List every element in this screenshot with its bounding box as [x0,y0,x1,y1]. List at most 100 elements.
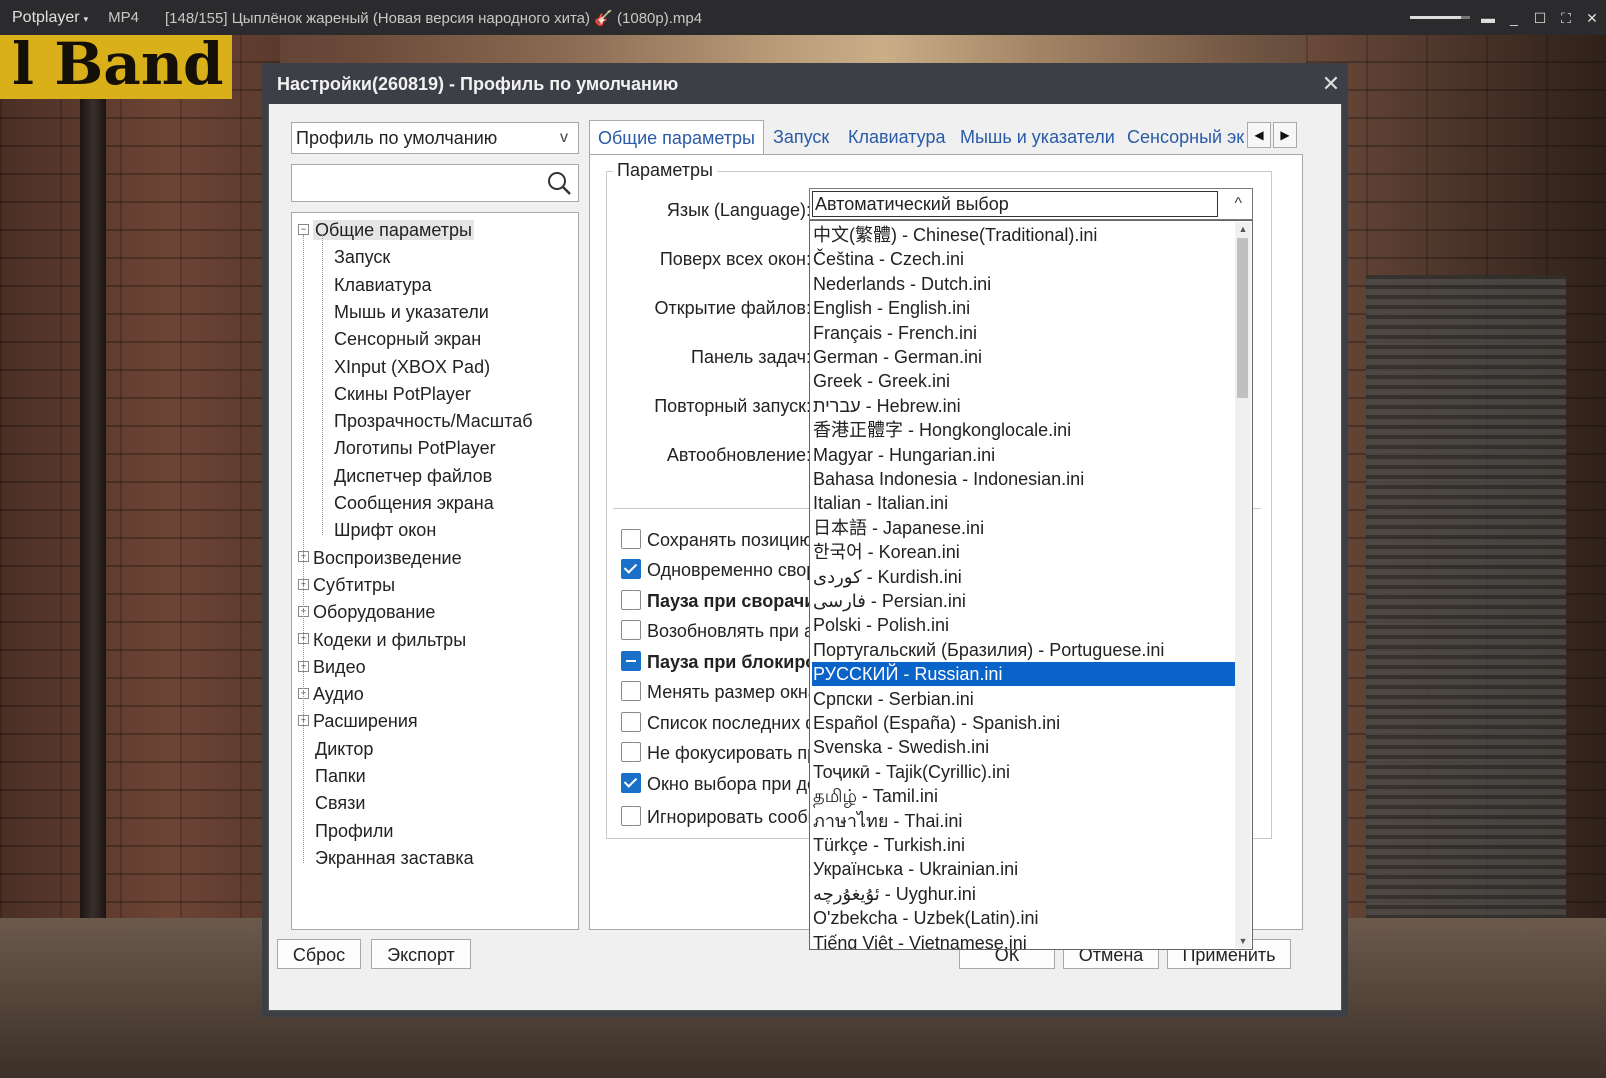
tab[interactable]: Запуск [765,120,837,154]
option-checkbox[interactable]: Не фокусировать при [621,741,827,765]
tree-item[interactable]: Логотипы PotPlayer [334,435,496,461]
tree-item[interactable]: Профили [298,818,393,844]
tree-item[interactable]: − Общие параметры [298,217,474,243]
tree-item[interactable]: Запуск [334,244,390,270]
checkbox-box[interactable] [621,681,641,702]
language-option[interactable]: Italian - Italian.ini [812,491,1235,515]
tab-scroll-right-icon[interactable]: ▶ [1273,122,1297,148]
language-option[interactable]: Tiếng Việt - Vietnamese.ini [812,931,1235,949]
language-option[interactable]: Français - French.ini [812,321,1235,345]
settings-search-input[interactable] [291,164,579,202]
tree-item[interactable]: Экранная заставка [298,845,474,871]
language-option[interactable]: Nederlands - Dutch.ini [812,272,1235,296]
language-option[interactable]: ئۇيغۇرچە - Uyghur.ini [812,882,1235,906]
tree-item[interactable]: XInput (XBOX Pad) [334,354,490,380]
tree-item[interactable]: Сенсорный экран [334,326,481,352]
tree-item[interactable]: + Воспроизведение [298,545,462,571]
option-checkbox[interactable]: Менять размер окна [621,680,818,704]
player-titlebar[interactable]: Potplayer ▾ MP4 [148/155] Цыплёнок жарены… [0,0,1606,35]
scrollbar-thumb[interactable] [1237,238,1248,398]
checkbox-box[interactable] [621,529,641,550]
language-option[interactable]: Bahasa Indonesia - Indonesian.ini [812,467,1235,491]
checkbox-box[interactable] [621,651,641,672]
language-option[interactable]: עברית - Hebrew.ini [812,394,1235,418]
tree-item[interactable]: + Субтитры [298,572,395,598]
tree-item[interactable]: Сообщения экрана [334,490,494,516]
tree-item[interactable]: Скины PotPlayer [334,381,471,407]
language-option[interactable]: English - English.ini [812,296,1235,320]
minimize-icon[interactable]: _ [1506,10,1522,26]
language-option[interactable]: فارسی - Persian.ini [812,589,1235,613]
checkbox-box[interactable] [621,620,641,641]
volume-slider[interactable] [1410,16,1470,19]
language-option[interactable]: РУССКИЙ - Russian.ini [812,662,1235,687]
tree-item[interactable]: + Оборудование [298,599,435,625]
language-option[interactable]: தமிழ் - Tamil.ini [812,784,1235,808]
settings-tree[interactable]: − Общие параметры Запуск Клавиатура Мышь и у… [291,212,579,930]
option-checkbox[interactable]: Одновременно свора [621,558,826,582]
tab[interactable]: Клавиатура [840,120,954,154]
language-dropdown-list[interactable]: 中文(繁體) - Chinese(Traditional).ini Čeština… [809,220,1253,950]
language-option[interactable]: Португальский (Бразилия) - Portuguese.in… [812,638,1235,662]
checkbox-box[interactable] [621,712,641,733]
tree-item[interactable]: Шрифт окон [334,517,436,543]
tab[interactable]: Сенсорный эк [1119,120,1252,154]
potplayer-menu-button[interactable]: Potplayer ▾ [0,9,88,27]
tree-item[interactable]: Мышь и указатели [334,299,489,325]
option-checkbox[interactable]: Возобновлять при акт [621,619,830,643]
tab[interactable]: Общие параметры [589,120,764,157]
option-checkbox[interactable]: Пауза при блокиров [621,650,827,674]
language-option[interactable]: 中文(繁體) - Chinese(Traditional).ini [812,223,1235,247]
export-button[interactable]: Экспорт [371,939,471,969]
tree-item[interactable]: Связи [298,790,365,816]
tree-item[interactable]: + Кодеки и фильтры [298,627,466,653]
tree-item[interactable]: + Видео [298,654,366,680]
language-option[interactable]: German - German.ini [812,345,1235,369]
tree-item[interactable]: + Расширения [298,708,418,734]
language-option[interactable]: Türkçe - Turkish.ini [812,833,1235,857]
checkbox-box[interactable] [621,806,641,827]
profile-select[interactable]: Профиль по умолчанию v [291,122,579,154]
language-option[interactable]: 日本語 - Japanese.ini [812,516,1235,540]
option-checkbox[interactable]: Пауза при сворачив [621,589,826,613]
reset-button[interactable]: Сброс [277,939,361,969]
checkbox-box[interactable] [621,590,641,611]
checkbox-box[interactable] [621,773,641,794]
tab[interactable]: Мышь и указатели [952,120,1123,154]
option-checkbox[interactable]: Окно выбора при до [621,772,817,796]
language-select[interactable]: Автоматический выбор ^ [809,188,1253,220]
language-option[interactable]: Svenska - Swedish.ini [812,735,1235,759]
language-list-scrollbar[interactable]: ▲ ▼ [1235,222,1251,948]
language-option[interactable]: Українська - Ukrainian.ini [812,857,1235,881]
search-icon[interactable] [546,170,572,196]
language-option[interactable]: 香港正體字 - Hongkonglocale.ini [812,418,1235,442]
language-option[interactable]: Greek - Greek.ini [812,369,1235,393]
dialog-titlebar[interactable]: Настройки(260819) - Профиль по умолчанию… [263,64,1347,104]
maximize-icon[interactable]: ☐ [1532,10,1548,26]
tab-scroll-left-icon[interactable]: ◀ [1247,122,1271,148]
tree-item[interactable]: Клавиатура [334,272,432,298]
checkbox-box[interactable] [621,559,641,580]
option-checkbox[interactable]: Список последних фа [621,711,830,735]
tree-item[interactable]: Диктор [298,736,373,762]
language-option[interactable]: ภาษาไทย - Thai.ini [812,809,1235,833]
language-option[interactable]: Тоҷикӣ - Tajik(Cyrillic).ini [812,760,1235,784]
tree-item[interactable]: Прозрачность/Масштаб [334,408,533,434]
scroll-up-icon[interactable]: ▲ [1235,222,1251,236]
tree-item[interactable]: Папки [298,763,366,789]
language-option[interactable]: Español (España) - Spanish.ini [812,711,1235,735]
language-option[interactable]: Čeština - Czech.ini [812,247,1235,271]
tree-item[interactable]: + Аудио [298,681,364,707]
language-option[interactable]: Polski - Polish.ini [812,613,1235,637]
language-option[interactable]: Српски - Serbian.ini [812,687,1235,711]
language-option[interactable]: Magyar - Hungarian.ini [812,443,1235,467]
checkbox-box[interactable] [621,742,641,763]
collapse-icon[interactable]: − [298,223,309,235]
language-option[interactable]: 한국어 - Korean.ini [812,540,1235,564]
option-checkbox[interactable]: Игнорировать сообщ [621,805,822,829]
tree-item[interactable]: Диспетчер файлов [334,463,492,489]
fullscreen-icon[interactable]: ⛶ [1558,10,1574,26]
minimize-to-tray-icon[interactable]: ▬ [1480,10,1496,26]
language-option[interactable]: کوردی - Kurdish.ini [812,565,1235,589]
language-option[interactable]: O'zbekcha - Uzbek(Latin).ini [812,906,1235,930]
